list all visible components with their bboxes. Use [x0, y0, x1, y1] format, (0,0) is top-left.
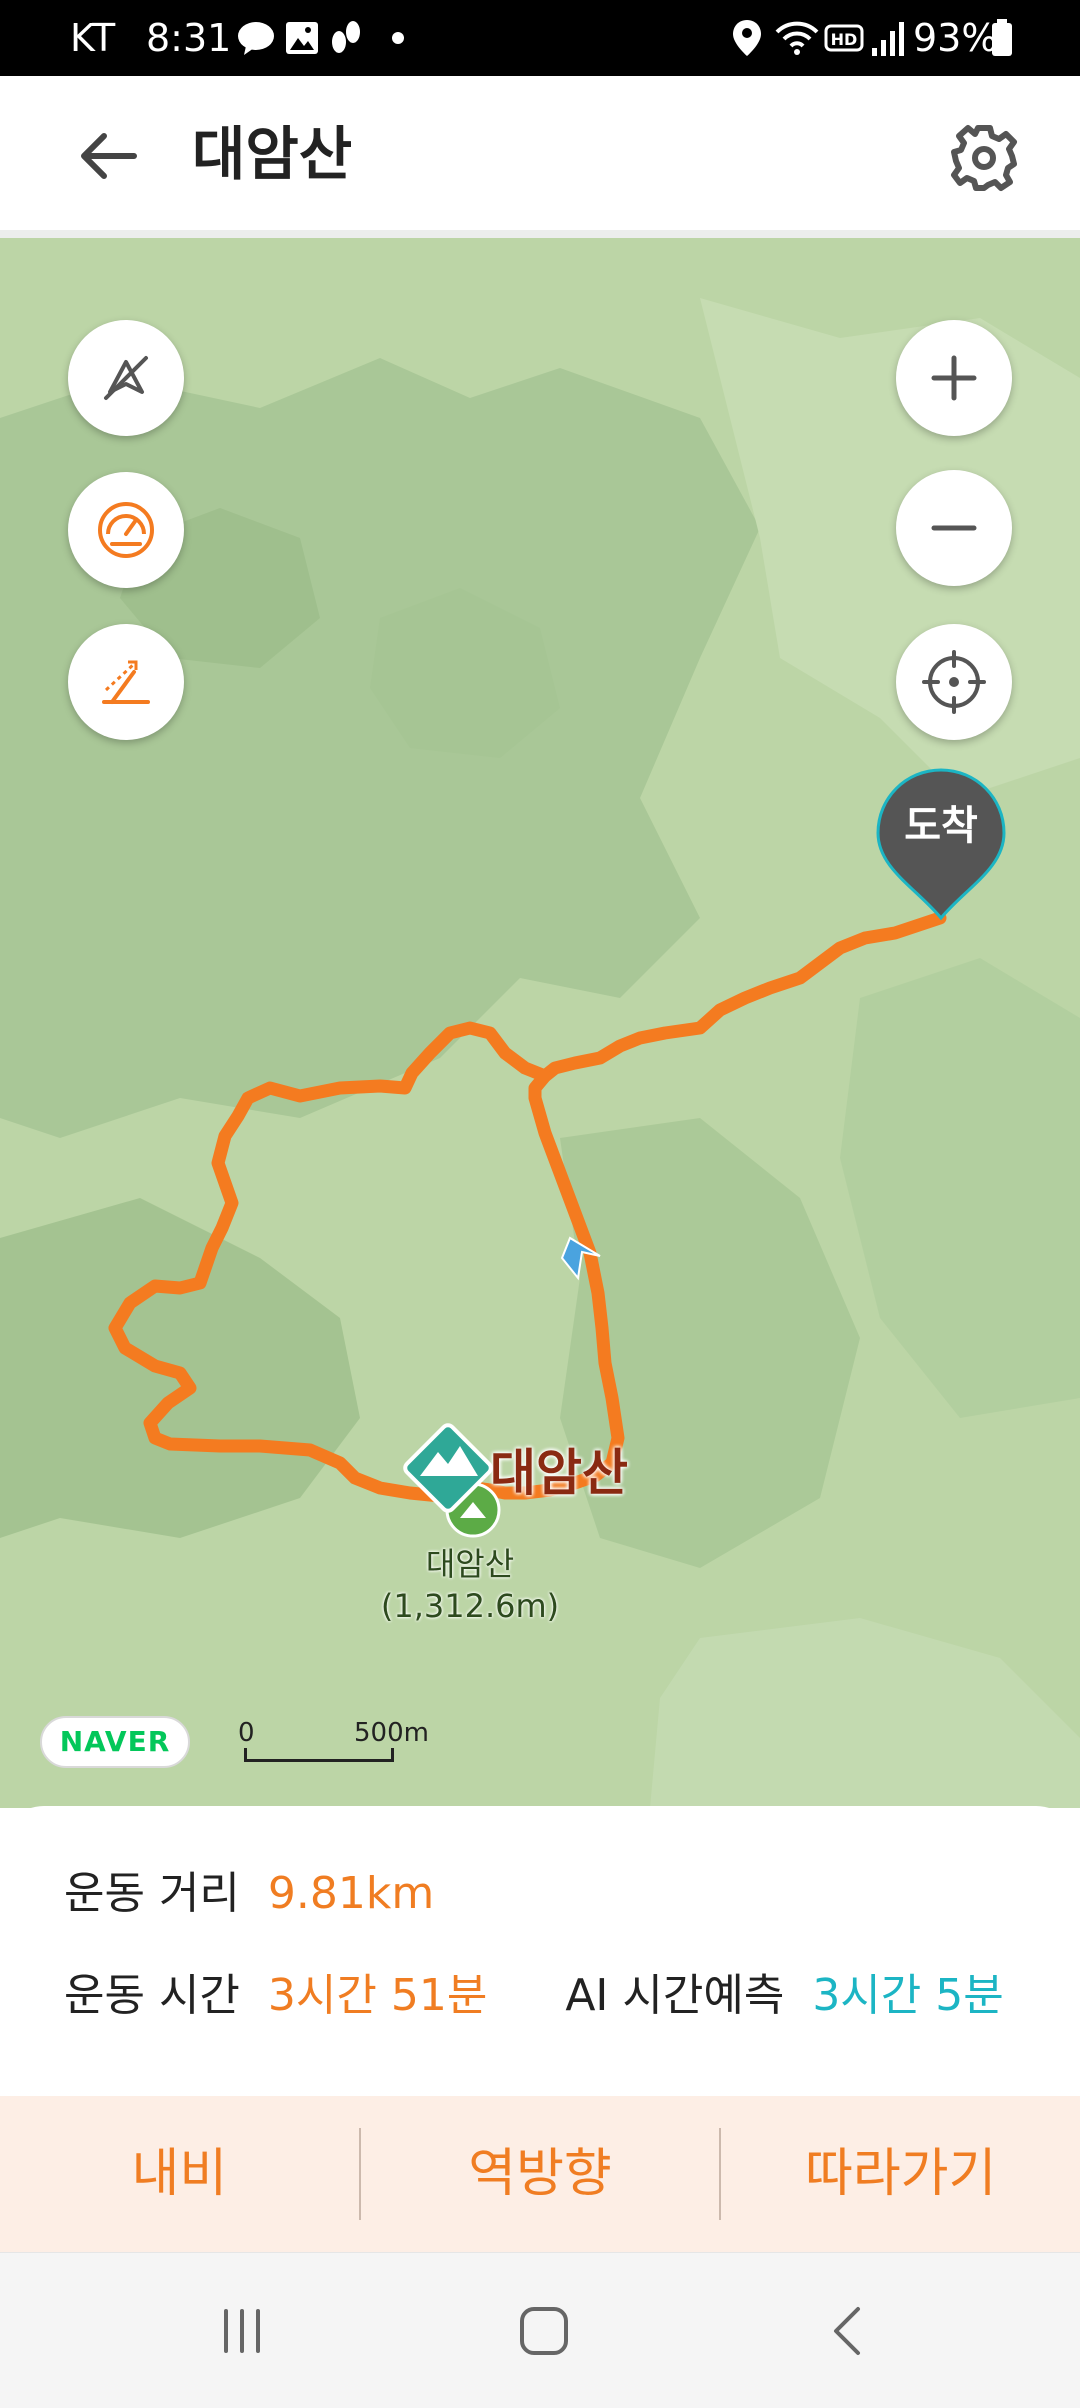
distance-row: 운동 거리 9.81km [64, 1866, 434, 1922]
distance-value: 9.81km [267, 1868, 435, 1919]
speedometer-button[interactable] [68, 472, 184, 588]
back-icon[interactable] [818, 2301, 878, 2361]
steps-icon [332, 21, 360, 53]
arrow-left-icon[interactable] [72, 120, 144, 192]
follow-button[interactable]: 따라가기 [721, 2096, 1080, 2252]
svg-text:HD: HD [831, 30, 858, 49]
status-bar: KT 8:31 HD 93% [0, 0, 1080, 76]
naver-logo: NAVER [40, 1716, 190, 1768]
slope-button[interactable] [68, 624, 184, 740]
battery-icon [992, 19, 1012, 56]
signal-icon [872, 22, 904, 56]
zoom-in-icon [931, 355, 977, 401]
my-location-button[interactable] [896, 624, 1012, 740]
speedometer-icon [98, 502, 154, 558]
ai-estimate-label: AI 시간예측 [565, 1970, 785, 2021]
time-label: 운동 시간 [64, 1970, 240, 2021]
slope-icon [102, 660, 150, 704]
app-header: 대암산 [0, 76, 1080, 230]
scale-start-label: 0 [238, 1718, 255, 1748]
trail-map[interactable]: 도착 대암산 대암산 (1,312.6m) NAVER 0 500m [0, 238, 1080, 1808]
reverse-button[interactable]: 역방향 [361, 2096, 720, 2252]
header-divider [0, 230, 1080, 238]
zoom-in-button[interactable] [896, 320, 1012, 436]
peak-label: 대암산 [490, 1444, 628, 1502]
map-scale: 0 500m [238, 1718, 429, 1768]
home-icon[interactable] [514, 2301, 574, 2361]
gear-icon[interactable] [946, 120, 1022, 196]
battery-percent: 93% [913, 16, 998, 60]
hd-icon: HD [824, 24, 864, 52]
recents-icon[interactable] [212, 2301, 272, 2361]
zoom-out-icon [931, 525, 977, 531]
peak-name: 대암산 [425, 1545, 515, 1583]
wifi-icon [775, 21, 819, 55]
scale-bar [244, 1748, 394, 1762]
compass-off-icon [104, 356, 148, 400]
dot-icon [392, 32, 404, 44]
stats-panel: 운동 거리 9.81km 운동 시간 3시간 51분 AI 시간예측 3시간 5분 [0, 1806, 1080, 2096]
peak-info: 대암산 (1,312.6m) [370, 1543, 570, 1627]
scale-end-label: 500m [354, 1718, 429, 1748]
compass-off-button[interactable] [68, 320, 184, 436]
zoom-out-button[interactable] [896, 470, 1012, 586]
page-title: 대암산 [192, 120, 353, 188]
time-row: 운동 시간 3시간 51분 AI 시간예측 3시간 5분 [64, 1968, 1004, 2024]
distance-label: 운동 거리 [64, 1868, 240, 1919]
ai-estimate-value: 3시간 5분 [812, 1970, 1004, 2021]
navigate-button[interactable]: 내비 [0, 2096, 359, 2252]
location-icon [733, 20, 761, 56]
time-value: 3시간 51분 [267, 1970, 488, 2021]
arrival-marker[interactable]: 도착 [876, 768, 1006, 928]
talk-icon [238, 22, 274, 55]
clock: 8:31 [146, 16, 232, 60]
peak-elevation: (1,312.6m) [380, 1587, 560, 1625]
carrier-label: KT [70, 16, 116, 60]
my-location-icon [922, 650, 986, 714]
action-bar: 내비 역방향 따라가기 [0, 2096, 1080, 2252]
system-nav-bar [0, 2252, 1080, 2408]
gallery-icon [286, 22, 318, 54]
arrival-label: 도착 [904, 803, 978, 849]
